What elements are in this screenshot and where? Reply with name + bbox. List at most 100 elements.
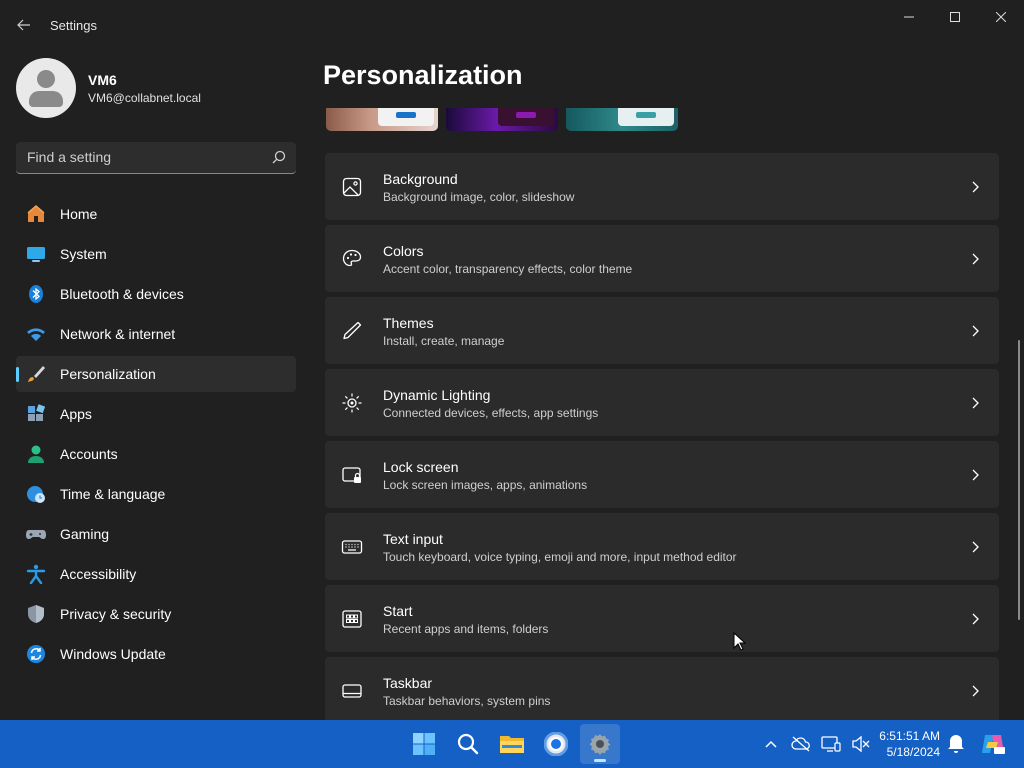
sidebar-item-label: Gaming xyxy=(60,526,110,542)
brush-icon xyxy=(26,364,46,384)
sidebar-item-network[interactable]: Network & internet xyxy=(16,316,296,352)
settings-list: Background Background image, color, slid… xyxy=(325,153,999,720)
sidebar-item-home[interactable]: Home xyxy=(16,196,296,232)
settings-button[interactable] xyxy=(580,724,620,764)
back-button[interactable] xyxy=(10,12,38,38)
taskbar-icon xyxy=(342,684,362,698)
dynamic-lighting-card[interactable]: Dynamic Lighting Connected devices, effe… xyxy=(325,369,999,436)
network-tray[interactable] xyxy=(819,732,843,756)
apps-icon xyxy=(26,404,46,424)
sidebar-item-system[interactable]: System xyxy=(16,236,296,272)
taskbar-apps xyxy=(402,720,622,768)
notifications-button[interactable] xyxy=(946,732,970,756)
profile-email: VM6@collabnet.local xyxy=(88,90,201,105)
chevron-right-icon xyxy=(972,469,979,481)
show-hidden-icons-button[interactable] xyxy=(759,732,783,756)
chrome-button[interactable] xyxy=(536,724,576,764)
pen-icon xyxy=(343,321,362,340)
close-button[interactable] xyxy=(978,0,1024,34)
card-subtitle: Background image, color, slideshow xyxy=(383,190,575,204)
wifi-icon xyxy=(26,324,46,344)
theme-thumbnail[interactable] xyxy=(446,108,558,131)
card-subtitle: Recent apps and items, folders xyxy=(383,622,549,636)
card-subtitle: Taskbar behaviors, system pins xyxy=(383,694,551,708)
colors-card[interactable]: Colors Accent color, transparency effect… xyxy=(325,225,999,292)
app-title: Settings xyxy=(50,18,97,33)
sidebar-item-time-language[interactable]: Time & language xyxy=(16,476,296,512)
sidebar-item-personalization[interactable]: Personalization xyxy=(16,356,296,392)
theme-thumbnail[interactable] xyxy=(566,108,678,131)
lock-screen-icon xyxy=(342,467,361,483)
palette-icon xyxy=(342,249,362,267)
taskbar-clock[interactable]: 6:51:51 AM 5/18/2024 xyxy=(872,728,940,760)
user-profile[interactable]: VM6 VM6@collabnet.local xyxy=(16,58,201,118)
maximize-button[interactable] xyxy=(932,0,978,34)
sidebar-item-label: Accessibility xyxy=(60,566,137,582)
start-button[interactable] xyxy=(404,724,444,764)
sidebar-item-bluetooth[interactable]: Bluetooth & devices xyxy=(16,276,296,312)
start-menu-icon xyxy=(342,610,362,628)
image-icon xyxy=(342,177,362,197)
card-title: Taskbar xyxy=(383,675,433,691)
copilot-icon xyxy=(982,735,1005,754)
minimize-button[interactable] xyxy=(886,0,932,34)
home-icon xyxy=(26,204,46,224)
globe-clock-icon xyxy=(26,484,46,504)
search-input[interactable] xyxy=(16,142,266,172)
search-icon xyxy=(457,733,479,755)
search-icon[interactable] xyxy=(272,150,286,164)
sidebar-item-label: Accounts xyxy=(60,446,118,462)
card-title: Start xyxy=(383,603,413,619)
text-input-card[interactable]: Text input Touch keyboard, voice typing,… xyxy=(325,513,999,580)
profile-name: VM6 xyxy=(88,71,117,88)
update-icon xyxy=(26,644,46,664)
search-box xyxy=(16,142,296,174)
system-tray xyxy=(756,720,876,768)
keyboard-icon xyxy=(341,540,363,554)
file-explorer-icon xyxy=(500,736,524,753)
accessibility-icon xyxy=(26,564,46,584)
sidebar-item-gaming[interactable]: Gaming xyxy=(16,516,296,552)
sidebar-item-label: Home xyxy=(60,206,98,222)
settings-window: Settings VM6 VM6@collabnet.local Find a … xyxy=(0,0,1024,720)
themes-card[interactable]: Themes Install, create, manage xyxy=(325,297,999,364)
bluetooth-icon xyxy=(26,284,46,304)
taskbar: 6:51:51 AM 5/18/2024 xyxy=(0,720,1024,768)
sidebar-item-privacy-security[interactable]: Privacy & security xyxy=(16,596,296,632)
sidebar-item-label: Windows Update xyxy=(60,646,166,662)
card-subtitle: Touch keyboard, voice typing, emoji and … xyxy=(383,550,737,564)
avatar xyxy=(16,58,76,118)
taskbar-search-button[interactable] xyxy=(448,724,488,764)
card-subtitle: Lock screen images, apps, animations xyxy=(383,478,588,492)
chevron-right-icon xyxy=(972,397,979,409)
sidebar-item-label: Apps xyxy=(60,406,92,422)
onedrive-tray[interactable] xyxy=(789,732,813,756)
start-card[interactable]: Start Recent apps and items, folders xyxy=(325,585,999,652)
shield-icon xyxy=(26,604,46,624)
scrollbar[interactable] xyxy=(1018,340,1020,620)
card-title: Lock screen xyxy=(383,459,459,475)
lock-screen-card[interactable]: Lock screen Lock screen images, apps, an… xyxy=(325,441,999,508)
volume-tray[interactable] xyxy=(849,732,873,756)
copilot-button[interactable] xyxy=(980,732,1006,756)
gamepad-icon xyxy=(26,524,46,544)
taskbar-card[interactable]: Taskbar Taskbar behaviors, system pins xyxy=(325,657,999,720)
theme-thumbnail[interactable] xyxy=(326,108,438,131)
sidebar-item-windows-update[interactable]: Windows Update xyxy=(16,636,296,672)
close-icon xyxy=(996,12,1006,22)
sidebar-item-label: Bluetooth & devices xyxy=(60,286,184,302)
sidebar-item-label: Time & language xyxy=(60,486,166,502)
sidebar-item-apps[interactable]: Apps xyxy=(16,396,296,432)
background-card[interactable]: Background Background image, color, slid… xyxy=(325,153,999,220)
system-icon xyxy=(26,244,46,264)
settings-gear-icon xyxy=(589,734,611,755)
file-explorer-button[interactable] xyxy=(492,724,532,764)
sidebar-nav: Home System Bluetooth & devices Network … xyxy=(16,196,296,676)
chrome-icon xyxy=(544,732,568,756)
title-bar: Settings xyxy=(0,0,1024,48)
card-subtitle: Connected devices, effects, app settings xyxy=(383,406,599,420)
page-title: Personalization xyxy=(323,60,523,90)
chevron-right-icon xyxy=(972,541,979,553)
sidebar-item-accounts[interactable]: Accounts xyxy=(16,436,296,472)
sidebar-item-accessibility[interactable]: Accessibility xyxy=(16,556,296,592)
